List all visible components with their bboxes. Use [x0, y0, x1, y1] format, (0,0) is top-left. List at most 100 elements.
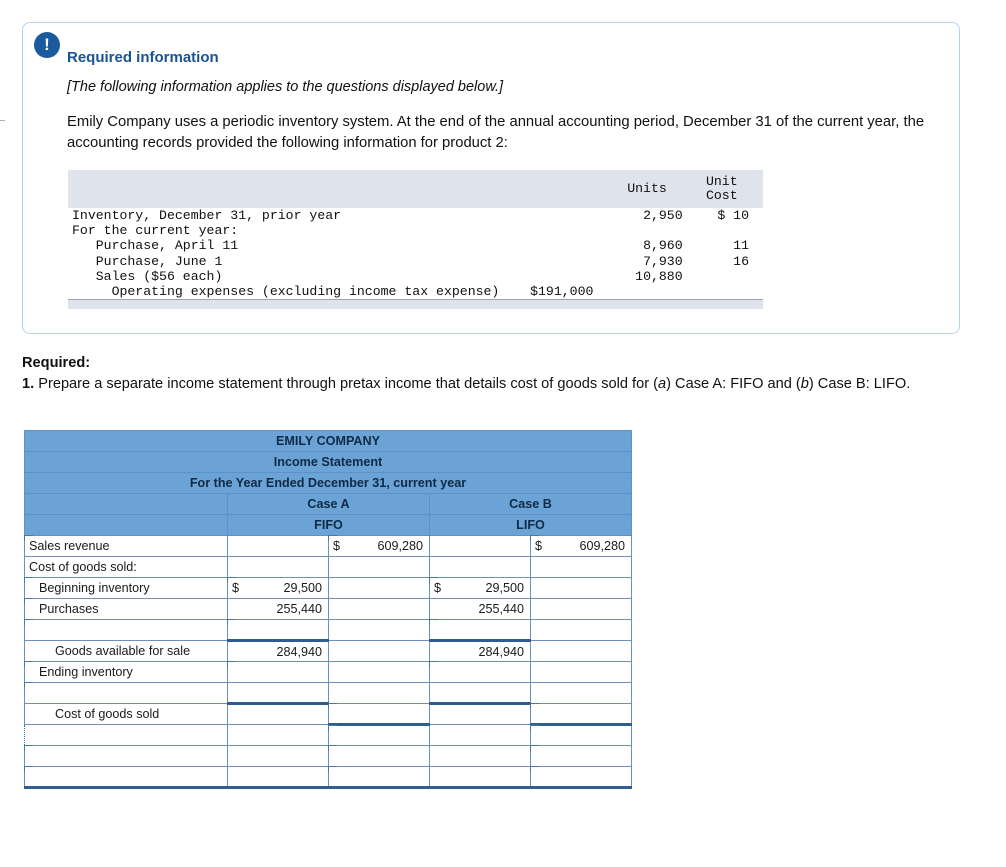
footer-cell [503, 299, 612, 310]
required-item-1: 1. Prepare a separate income statement t… [22, 374, 962, 395]
row-a-col2[interactable] [328, 661, 430, 683]
method-a-header: FIFO [227, 514, 430, 536]
required-text-part-1: Prepare a separate income statement thro… [38, 376, 658, 393]
row-b-col2[interactable] [530, 661, 632, 683]
footer-cell [611, 299, 695, 310]
row-a-col2[interactable] [328, 682, 430, 704]
row-b-col1[interactable] [429, 535, 531, 557]
row-cost [695, 269, 763, 284]
row-a-col2[interactable] [328, 577, 430, 599]
row-units [611, 284, 694, 300]
row-a-col1[interactable]: 255,440 [227, 598, 329, 620]
row-b-col1[interactable] [429, 766, 531, 789]
row-a-col1[interactable] [227, 535, 329, 557]
row-label: For the current year: [72, 223, 239, 239]
row-a-col1[interactable] [227, 619, 329, 642]
row-label[interactable]: Sales revenue [24, 535, 228, 557]
table-header-row: Units Unit Cost [68, 170, 763, 208]
statement-title-row: Income Statement [24, 451, 632, 473]
row-b-col1[interactable] [429, 556, 531, 578]
row-b-col1[interactable] [429, 745, 531, 767]
row-b-col2[interactable] [530, 598, 632, 620]
case-b-header: Case B [429, 493, 632, 515]
row-a-col2[interactable] [328, 640, 430, 662]
row-b-col2[interactable] [530, 640, 632, 662]
row-b-col2[interactable] [530, 724, 632, 746]
row-a-col2[interactable] [328, 724, 430, 746]
row-label[interactable] [24, 682, 228, 704]
row-b-col1[interactable]: 255,440 [429, 598, 531, 620]
row-b-col1[interactable]: 284,940 [429, 640, 531, 662]
row-mid [503, 208, 611, 223]
row-b-col1[interactable] [429, 619, 531, 642]
row-b-col2[interactable] [530, 703, 632, 726]
row-a-col2[interactable] [328, 598, 430, 620]
required-heading: Required: [22, 353, 962, 374]
row-a-col2[interactable] [328, 703, 430, 726]
row-a-col2[interactable] [328, 556, 430, 578]
row-label[interactable] [24, 745, 228, 767]
table-row: Cost of goods sold [24, 703, 632, 726]
row-a-col1[interactable] [227, 766, 329, 789]
row-a-col2[interactable]: $609,280 [328, 535, 430, 557]
page-edge-mark [0, 120, 5, 121]
row-b-col2[interactable] [530, 766, 632, 789]
row-b-col2[interactable] [530, 682, 632, 704]
panel-subtitle: [The following information applies to th… [67, 79, 504, 95]
row-label[interactable]: Ending inventory [24, 661, 228, 683]
row-a-col1[interactable] [227, 703, 329, 725]
row-label[interactable]: Purchases [24, 598, 228, 620]
row-a-col1[interactable] [227, 661, 329, 683]
row-label[interactable] [24, 766, 228, 789]
header-unit-line1: Unit [705, 174, 738, 190]
row-label[interactable]: Cost of goods sold [24, 703, 228, 725]
row-mid [503, 269, 611, 284]
row-label[interactable]: Goods available for sale [24, 640, 228, 662]
row-label: Operating expenses (excluding income tax… [72, 284, 500, 300]
row-a-col2[interactable] [328, 766, 430, 789]
income-statement-worksheet: EMILY COMPANY Income Statement For the Y… [24, 430, 632, 789]
table-row: Operating expenses (excluding income tax… [68, 284, 763, 300]
case-a-header: Case A [227, 493, 430, 515]
table-row: Purchases 255,440 255,440 [24, 598, 632, 620]
row-a-col1[interactable]: $29,500 [227, 577, 329, 599]
header-units: Units [611, 170, 695, 208]
row-a-col1[interactable]: 284,940 [227, 640, 329, 662]
row-b-col1[interactable] [429, 703, 531, 725]
statement-company-row: EMILY COMPANY [24, 430, 632, 452]
row-b-col1[interactable] [429, 661, 531, 683]
row-mid [503, 238, 611, 253]
income-statement-table: EMILY COMPANY Income Statement For the Y… [24, 430, 632, 789]
row-a-col1[interactable] [227, 745, 329, 767]
row-a-col1-value: 29,500 [283, 581, 322, 595]
required-information-panel: ! Required information [The following in… [22, 22, 960, 334]
company-name: EMILY COMPANY [24, 430, 632, 452]
row-b-col2[interactable] [530, 577, 632, 599]
header-blank [68, 170, 504, 208]
row-units: 7,930 [643, 253, 683, 269]
required-text-part-2: ) Case A: FIFO and ( [666, 376, 801, 393]
row-a-col1[interactable] [227, 682, 329, 705]
row-b-col2[interactable]: $609,280 [530, 535, 632, 557]
row-a-col1[interactable] [227, 724, 329, 746]
row-label[interactable]: Cost of goods sold: [24, 556, 228, 578]
table-row: Inventory, December 31, prior year 2,950… [68, 208, 763, 223]
row-a-col1[interactable] [227, 556, 329, 578]
row-a-col2[interactable] [328, 619, 430, 641]
table-row-dropdown [24, 724, 632, 746]
account-select[interactable] [24, 724, 228, 746]
row-b-col1[interactable]: $29,500 [429, 577, 531, 599]
row-b-col2[interactable] [530, 619, 632, 641]
row-b-col1[interactable] [429, 682, 531, 705]
row-label[interactable] [24, 619, 228, 641]
row-b-col2[interactable] [530, 556, 632, 578]
row-b-col1[interactable] [429, 724, 531, 746]
row-b-col2[interactable] [530, 745, 632, 767]
row-a-col2[interactable] [328, 745, 430, 767]
required-item-number: 1. [22, 376, 35, 393]
row-cost: $ 10 [717, 208, 749, 224]
panel-body-text: Emily Company uses a periodic inventory … [67, 114, 925, 151]
row-label[interactable]: Beginning inventory [24, 577, 228, 599]
row-a-col2-symbol: $ [333, 539, 341, 553]
footer-cell [694, 299, 763, 310]
